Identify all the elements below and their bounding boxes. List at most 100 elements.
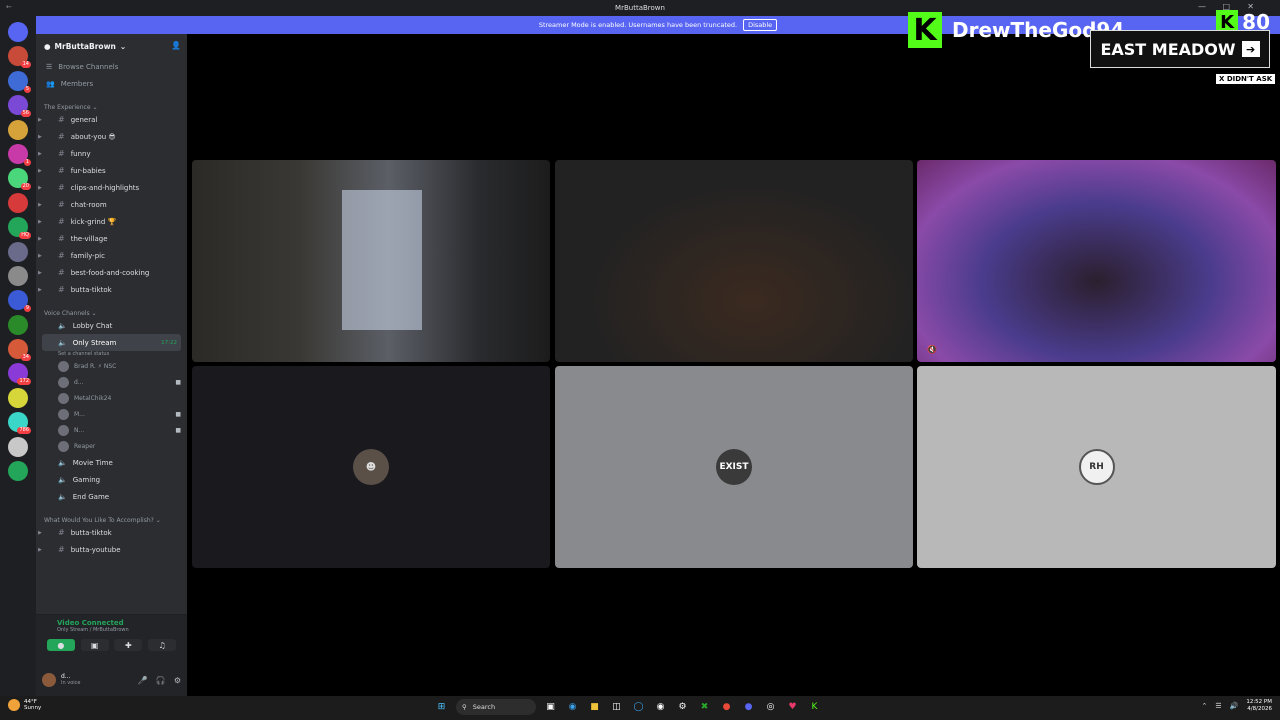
- video-tile[interactable]: [555, 160, 913, 362]
- server-icon[interactable]: 20: [8, 168, 31, 191]
- unread-badge: HQ: [19, 232, 31, 240]
- server-icon[interactable]: 34: [8, 339, 31, 362]
- back-icon[interactable]: ←: [6, 3, 12, 11]
- voice-channel-only-stream[interactable]: 🔈 Only Stream 17:22: [42, 334, 181, 351]
- clock[interactable]: 12:52 PM 4/8/2026: [1246, 699, 1272, 713]
- text-channel[interactable]: ▶ # the-village: [36, 230, 187, 247]
- volume-icon[interactable]: 🔊: [1230, 702, 1239, 710]
- task-view-icon[interactable]: ▣: [543, 700, 558, 715]
- server-icon[interactable]: [8, 265, 28, 286]
- app-icon[interactable]: ♥: [785, 700, 800, 715]
- avatar: [58, 392, 69, 404]
- text-channel[interactable]: ▶ # general: [36, 111, 187, 128]
- channel-label: butta-youtube: [70, 545, 121, 554]
- avatar: EXIST: [716, 449, 752, 485]
- edge-icon[interactable]: ◉: [565, 700, 580, 715]
- discord-home-icon[interactable]: [8, 22, 28, 42]
- voice-user[interactable]: Reaper: [36, 438, 187, 454]
- voice-channel-lobby[interactable]: 🔈 Lobby Chat: [36, 317, 187, 334]
- camera-button[interactable]: ●: [46, 639, 75, 651]
- text-channel[interactable]: ▶ # about-you 😎: [36, 128, 187, 145]
- text-channel[interactable]: ▶ # fur-babies: [36, 162, 187, 179]
- text-channel[interactable]: ▶ # funny: [36, 145, 187, 162]
- participant-tile[interactable]: EXIST: [555, 366, 913, 568]
- server-icon[interactable]: HQ: [8, 217, 31, 240]
- unread-badge: 5: [23, 85, 31, 93]
- server-icon[interactable]: [8, 436, 28, 457]
- server-icon[interactable]: 9: [8, 290, 31, 313]
- text-channel[interactable]: ▶ # best-food-and-cooking: [36, 264, 187, 281]
- server-icon[interactable]: 1: [8, 143, 31, 166]
- store-icon[interactable]: ◫: [609, 700, 624, 715]
- text-channel[interactable]: ▶ # clips-and-highlights: [36, 179, 187, 196]
- text-channel[interactable]: ▶ # family-pic: [36, 247, 187, 264]
- microphone-icon[interactable]: 🎤: [138, 676, 148, 685]
- taskbar-search[interactable]: ⚲ Search: [456, 699, 536, 715]
- text-channel[interactable]: ▶ # butta-tiktok: [36, 524, 187, 541]
- media-icon[interactable]: ◉: [653, 700, 668, 715]
- screen-share-button[interactable]: ▣: [80, 639, 109, 651]
- participant-tile[interactable]: RH: [917, 366, 1276, 568]
- connection-channel[interactable]: Only Stream / MrButtaBrown: [44, 627, 179, 633]
- kick-app-icon[interactable]: K: [807, 700, 822, 715]
- add-user-icon[interactable]: 👤: [171, 41, 181, 50]
- obs-icon[interactable]: ◎: [763, 700, 778, 715]
- chevron-up-icon[interactable]: ⌃: [1201, 702, 1207, 710]
- disable-button[interactable]: Disable: [743, 19, 778, 31]
- server-icon[interactable]: 5: [8, 70, 31, 93]
- avatar: [58, 376, 69, 388]
- text-channel[interactable]: ▶ # butta-tiktok: [36, 281, 187, 298]
- text-channel[interactable]: ▶ # chat-room: [36, 196, 187, 213]
- voice-user[interactable]: d... ■: [36, 374, 187, 390]
- category-the-experience[interactable]: The Experience ⌄: [36, 97, 187, 111]
- activities-button[interactable]: ✚: [114, 639, 143, 651]
- headphones-icon[interactable]: 🎧: [156, 676, 166, 685]
- gear-icon[interactable]: ⚙: [174, 676, 181, 685]
- voice-user[interactable]: N... ■: [36, 422, 187, 438]
- settings-icon[interactable]: ⚙: [675, 700, 690, 715]
- speaker-icon: 🔈: [58, 492, 67, 501]
- participant-tile[interactable]: ☻: [192, 366, 550, 568]
- voice-channel[interactable]: 🔈 Gaming: [36, 471, 187, 488]
- chrome-icon[interactable]: ●: [719, 700, 734, 715]
- members[interactable]: 👥 Members: [36, 75, 187, 92]
- channel-status[interactable]: Set a channel status: [36, 351, 187, 358]
- discord-icon[interactable]: ●: [741, 700, 756, 715]
- hash-icon: #: [58, 251, 65, 260]
- server-icon[interactable]: 56: [8, 95, 31, 118]
- weather-widget[interactable]: 44°F Sunny: [8, 699, 41, 711]
- server-icon[interactable]: [8, 119, 28, 140]
- clock-date: 4/8/2026: [1247, 706, 1272, 712]
- voice-user[interactable]: Brad R. ⚡ NSC: [36, 358, 187, 374]
- soundboard-button[interactable]: ♫: [148, 639, 177, 651]
- expand-icon: ▶: [38, 235, 42, 242]
- server-icon[interactable]: [8, 314, 28, 335]
- server-icon[interactable]: [8, 241, 28, 262]
- guild-header[interactable]: ● MrButtaBrown ⌄ 👤: [36, 34, 187, 58]
- video-tile[interactable]: [192, 160, 550, 362]
- connection-status: Video Connected: [57, 619, 124, 627]
- file-explorer-icon[interactable]: ■: [587, 700, 602, 715]
- text-channel[interactable]: ▶ # kick-grind 🏆: [36, 213, 187, 230]
- server-icon[interactable]: 786: [8, 412, 31, 435]
- browse-channels[interactable]: ☰ Browse Channels: [36, 58, 187, 75]
- voice-channel[interactable]: 🔈 End Game: [36, 488, 187, 505]
- xbox-icon[interactable]: ✖: [697, 700, 712, 715]
- category-accomplish[interactable]: What Would You Like To Accomplish? ⌄: [36, 510, 187, 524]
- camera-icon: ■: [175, 378, 181, 386]
- server-icon[interactable]: [8, 387, 28, 408]
- wifi-icon[interactable]: ☰: [1215, 702, 1221, 710]
- voice-user[interactable]: M... ■: [36, 406, 187, 422]
- server-icon[interactable]: [8, 192, 28, 213]
- category-voice-channels[interactable]: Voice Channels ⌄: [36, 303, 187, 317]
- server-icon[interactable]: [8, 461, 28, 482]
- text-channel[interactable]: ▶ # butta-youtube: [36, 541, 187, 558]
- voice-user[interactable]: MetalChik24: [36, 390, 187, 406]
- video-tile[interactable]: 🔇: [917, 160, 1276, 362]
- voice-channel[interactable]: 🔈 Movie Time: [36, 454, 187, 471]
- windows-start-icon[interactable]: ⊞: [434, 700, 449, 715]
- server-icon[interactable]: 14: [8, 46, 31, 69]
- edge-browser-icon[interactable]: ◯: [631, 700, 646, 715]
- avatar[interactable]: [42, 673, 56, 687]
- server-icon[interactable]: 172: [8, 363, 31, 386]
